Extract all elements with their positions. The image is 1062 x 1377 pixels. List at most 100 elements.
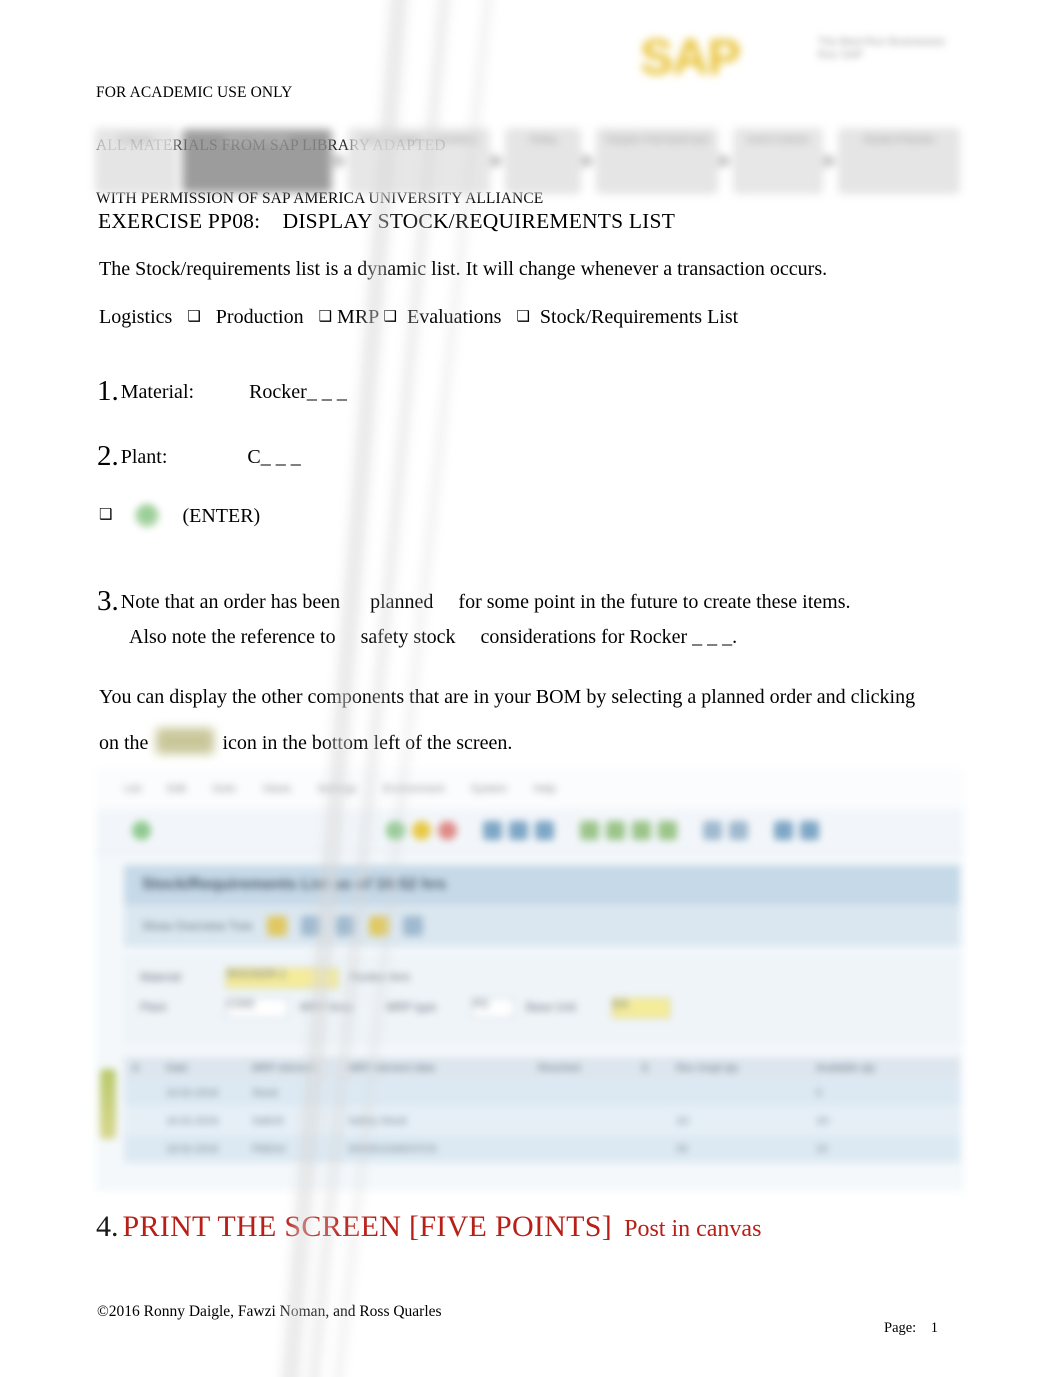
intro-paragraph: The Stock/requirements list is a dynamic… [99,258,828,280]
green-enter-icon [134,503,161,529]
cell: Stock [252,1086,279,1099]
first-page-icon[interactable] [580,821,599,840]
flow-node: Invoice Customer [734,129,822,193]
menu-item-system[interactable]: System [471,783,508,795]
find-next-icon[interactable] [535,821,554,840]
sap-gui-screenshot: List Edit Goto Views Settings Environmen… [96,769,964,1191]
menu-navigation-path: Logistics ❑ Production ❑ MRP ❑ Evaluatio… [99,306,738,329]
document-page: FOR ACADEMIC USE ONLY ALL MATERIALS FROM… [0,0,1062,1377]
step-number: 1. [97,375,119,407]
menu-item-settings[interactable]: Settings [317,783,357,795]
cancel-red-icon[interactable] [438,821,457,840]
nav-step: MRP [337,306,379,328]
refresh-icon[interactable] [300,916,321,936]
menu-item-goto[interactable]: Goto [212,783,236,795]
step-4: 4. PRINT THE SCREEN [FIVE POINTS] Post i… [96,1210,761,1244]
overview-tree-icon[interactable] [266,916,287,936]
menu-item-edit[interactable]: Edit [167,783,186,795]
step-label: Material: [120,381,195,403]
cell: 0 [816,1086,822,1099]
step-number: 2. [97,440,119,472]
flow-arrow-icon [825,154,836,168]
footer-copyright: ©2016 Ronny Daigle, Fawzi Noman, and Ros… [97,1303,442,1320]
filter-icon[interactable] [334,916,355,936]
mrp-area-label: MRP Area [300,1002,353,1014]
step-4-note: Post in canvas [624,1216,762,1242]
cell: 16.52.2016 [166,1114,219,1127]
mrp-type-input[interactable]: PD [472,998,514,1018]
print-icon[interactable] [483,821,502,840]
column-header: MRP element [252,1062,316,1074]
table-row[interactable]: 16.52.2016 Stock 0 [124,1079,960,1107]
print-list-icon[interactable] [402,916,423,936]
menu-item-environment[interactable]: Environment [383,783,445,795]
material-label: Material [140,972,181,984]
nav-arrow-glyph: ❑ [318,307,333,325]
material-description: Rocker Arm [350,972,411,984]
flow-node: Receipt of Payment [839,129,959,193]
bullet-glyph: ❑ [99,505,113,523]
column-header: Date [166,1062,189,1074]
next-page-icon[interactable] [632,821,651,840]
step-value: Rocker_ _ _ [249,381,347,403]
last-page-icon[interactable] [658,821,677,840]
back-green-icon[interactable] [386,821,405,840]
page-value: 1 [930,1320,938,1336]
flow-node: Transport / Post Goods Issue [597,129,717,193]
prev-page-icon[interactable] [606,821,625,840]
sap-toolbar[interactable] [96,809,964,853]
menu-item-list[interactable]: List [124,783,141,795]
cell: 18.52.2016 [166,1142,219,1155]
menu-item-views[interactable]: Views [262,783,291,795]
cell: 10- [816,1114,832,1127]
exit-yellow-icon[interactable] [412,821,431,840]
step-2: 2. Plant: C_ _ _ [97,440,301,473]
flow-arrow-icon [335,154,346,168]
flow-node: Customer [96,129,176,193]
table-row[interactable]: 16.52.2016 SafeSt Safety Stock 10- 10- [124,1107,960,1135]
material-row: Material ROCKER-1 Rocker Arm [140,963,944,993]
plant-input[interactable]: C000 [226,998,288,1018]
sap-sub-toolbar[interactable]: Show Overview Tree [124,905,960,947]
material-input[interactable]: ROCKER-1 [226,968,338,988]
column-header: E [642,1062,650,1074]
step-number: 3. [97,585,119,617]
flow-arrow-icon [583,154,594,168]
plant-label: Plant [140,1002,167,1014]
find-icon[interactable] [509,821,528,840]
show-overview-tree-label[interactable]: Show Overview Tree [142,919,253,933]
create-icon[interactable] [703,821,722,840]
sap-screen-title: Stock/Requirements List as of 16:52 hrs [142,876,447,893]
sap-header-form: Material ROCKER-1 Rocker Arm Plant C000 … [124,955,960,1045]
step-value: C_ _ _ [247,446,301,468]
sap-menu-bar[interactable]: List Edit Goto Views Settings Environmen… [96,769,964,809]
footer-page-number: Page: 1 [884,1320,938,1337]
table-header-row: A Date MRP element MRP element data Resc… [124,1057,960,1079]
enter-label: (ENTER) [182,504,261,527]
cell: SafeSt [252,1114,284,1127]
step-number: 4. [96,1210,119,1243]
base-unit-input[interactable]: EA [612,998,670,1018]
step-3-line-1: Note that an order has been planned for … [120,591,851,613]
column-header: A [132,1062,140,1074]
cell: 10 [816,1142,828,1155]
enter-green-icon[interactable] [132,821,151,840]
help-icon[interactable] [774,821,793,840]
menu-item-help[interactable]: Help [533,783,556,795]
header-line-1: FOR ACADEMIC USE ONLY [96,83,293,101]
layout-icon[interactable] [800,821,819,840]
sap-screen-title-bar: Stock/Requirements List as of 16:52 hrs [124,865,960,905]
mrp-type-label: MRP type [386,1002,437,1014]
component-leaf-icon[interactable] [100,1069,116,1139]
sap-logo: SAP The Best-Run Businesses Run SAP [640,20,962,85]
cell: 16.52.2016 [166,1086,219,1099]
process-flow-diagram: Customer Sales Order Entry Check Availab… [96,126,980,196]
base-unit-label: Base Unit [526,1002,576,1014]
table-row[interactable]: 18.52.2016 PldOrd 0000012345/STCK 20 10 [124,1135,960,1163]
details-icon[interactable] [729,821,748,840]
exercise-title: EXERCISE PP08: DISPLAY STOCK/REQUIREMENT… [98,209,676,233]
sort-icon[interactable] [368,916,389,936]
enter-instruction: ❑ (ENTER) [99,503,260,529]
cell: Safety Stock [348,1114,407,1127]
column-header: Available qty [816,1062,876,1074]
